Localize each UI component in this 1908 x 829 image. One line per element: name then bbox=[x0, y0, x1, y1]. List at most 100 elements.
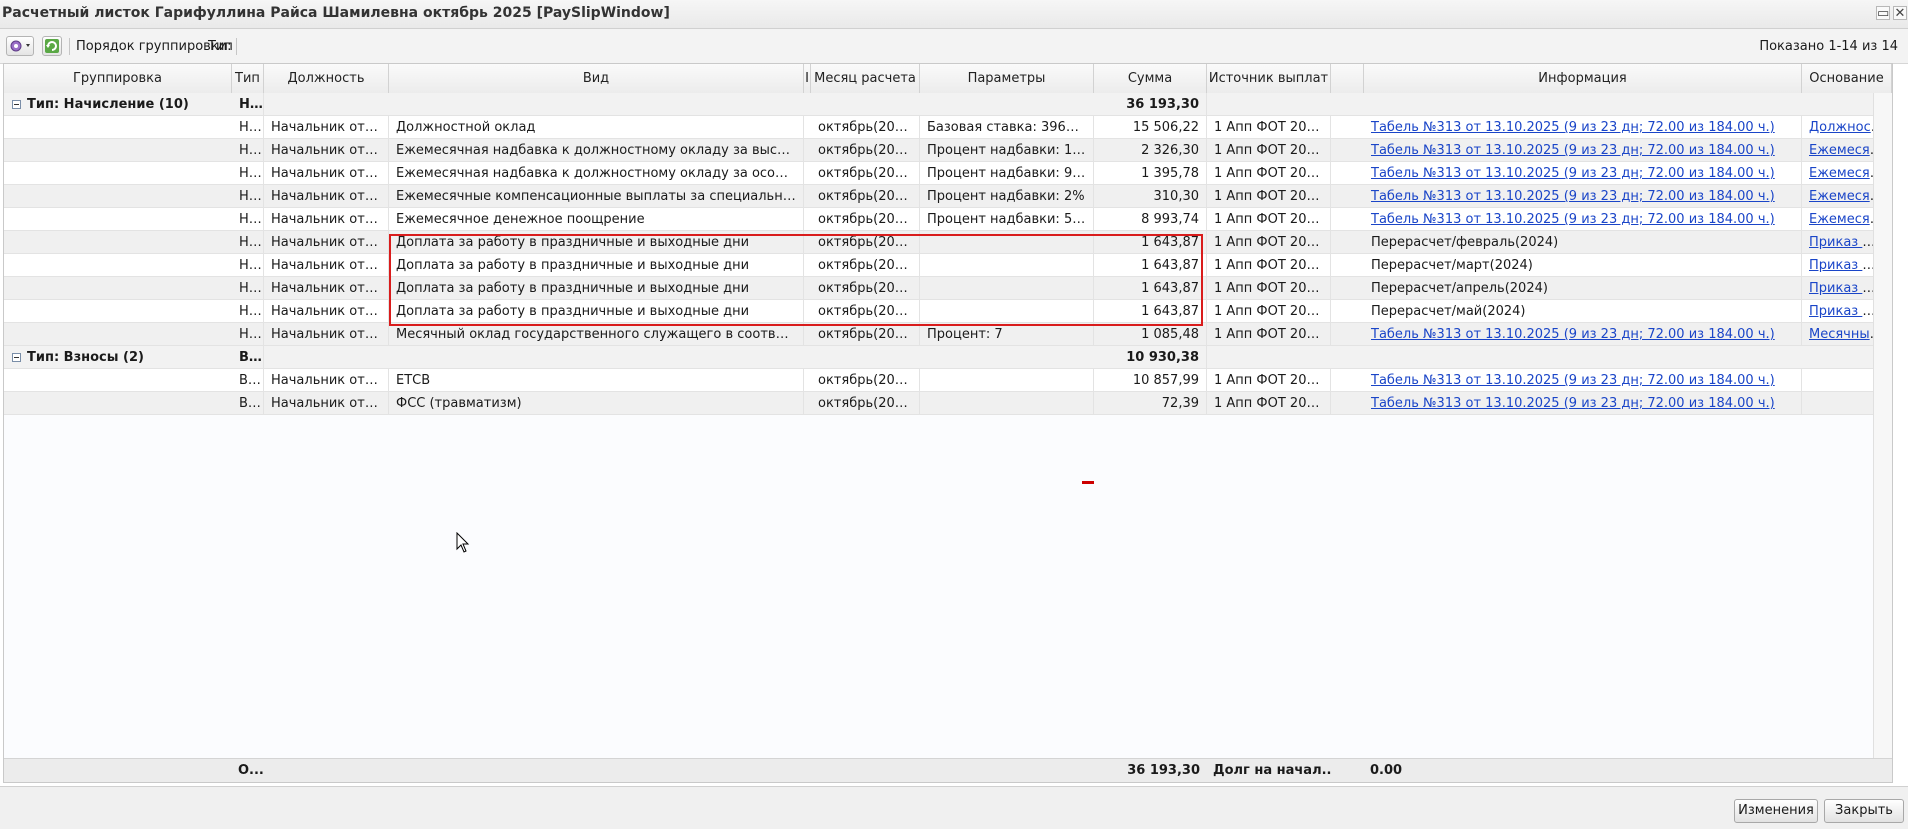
cell-type: Доплата за работу в праздничные и выходн… bbox=[389, 231, 804, 254]
group-label-text: Тип: Начисление (10) bbox=[27, 97, 189, 112]
cell-position: Начальник отдел... bbox=[264, 231, 389, 254]
add-gear-icon bbox=[10, 40, 30, 52]
cell-info[interactable]: Табель №313 от 13.10.2025 (9 из 23 дн; 7… bbox=[1364, 323, 1802, 346]
vertical-scrollbar[interactable] bbox=[1873, 93, 1892, 782]
table-row[interactable]: Н...Начальник отдел...Ежемесячные компен… bbox=[4, 185, 1892, 208]
cell-month: октябрь(2025) bbox=[811, 323, 920, 346]
header-col-info[interactable]: Информация bbox=[1364, 64, 1802, 93]
header-col-basis[interactable]: Основание bbox=[1802, 64, 1892, 93]
cell-sum: 72,39 bbox=[1094, 392, 1207, 415]
cell-params bbox=[920, 277, 1094, 300]
table-row[interactable]: В...Начальник отдел...ЕТСВ октябрь(2025) 1… bbox=[4, 369, 1892, 392]
table-row[interactable]: Н...Начальник отдел...Ежемесячная надбав… bbox=[4, 139, 1892, 162]
table-row[interactable]: Н...Начальник отдел...Ежемесячная надбав… bbox=[4, 162, 1892, 185]
cell-info-link[interactable]: Табель №313 от 13.10.2025 (9 из 23 дн; 7… bbox=[1371, 189, 1775, 204]
cell-sum: 1 643,87 bbox=[1094, 231, 1207, 254]
changes-button[interactable]: Изменения bbox=[1734, 799, 1818, 823]
cell-type: Должностной оклад bbox=[389, 116, 804, 139]
header-col-position[interactable]: Должность bbox=[264, 64, 389, 93]
header-col-blank[interactable] bbox=[1331, 64, 1364, 93]
cell-info[interactable]: Табель №313 от 13.10.2025 (9 из 23 дн; 7… bbox=[1364, 369, 1802, 392]
cell-type: Ежемесячная надбавка к должностному окла… bbox=[389, 162, 804, 185]
cell-type: Доплата за работу в праздничные и выходн… bbox=[389, 300, 804, 323]
cell-month: октябрь(2025) bbox=[811, 139, 920, 162]
header-col-i[interactable]: I bbox=[804, 64, 811, 93]
cell-month: октябрь(2025) bbox=[811, 162, 920, 185]
cell-info[interactable]: Табель №313 от 13.10.2025 (9 из 23 дн; 7… bbox=[1364, 185, 1802, 208]
cell-info-link[interactable]: Табель №313 от 13.10.2025 (9 из 23 дн; 7… bbox=[1371, 143, 1775, 158]
cell-info-link[interactable]: Табель №313 от 13.10.2025 (9 из 23 дн; 7… bbox=[1371, 166, 1775, 181]
group-label: Тип: Взносы (2) bbox=[12, 346, 144, 369]
refresh-icon bbox=[45, 39, 59, 53]
cell-info[interactable]: Табель №313 от 13.10.2025 (9 из 23 дн; 7… bbox=[1364, 139, 1802, 162]
cell-info[interactable]: Табель №313 от 13.10.2025 (9 из 23 дн; 7… bbox=[1364, 162, 1802, 185]
group-row[interactable]: Тип: Начисление (10) Н... 36 193,30 bbox=[4, 93, 1892, 116]
table-row[interactable]: Н...Начальник отдел...Ежемесячное денежн… bbox=[4, 208, 1892, 231]
header-col-month[interactable]: Месяц расчета bbox=[811, 64, 920, 93]
cell-info: Перерасчет/апрель(2024) bbox=[1364, 277, 1802, 300]
cell-sum: 1 395,78 bbox=[1094, 162, 1207, 185]
cell-position: Начальник отдел... bbox=[264, 208, 389, 231]
cell-source: 1 Апп ФОТ 2016 ... bbox=[1207, 300, 1331, 323]
group-total: 36 193,30 bbox=[1094, 93, 1207, 116]
cell-info[interactable]: Табель №313 от 13.10.2025 (9 из 23 дн; 7… bbox=[1364, 116, 1802, 139]
table-row[interactable]: В...Начальник отдел...ФСС (травматизм) ок… bbox=[4, 392, 1892, 415]
cell-position: Начальник отдел... bbox=[264, 323, 389, 346]
cell-info-link[interactable]: Табель №313 от 13.10.2025 (9 из 23 дн; 7… bbox=[1371, 120, 1775, 135]
cell-params: Процент надбавки: 2% bbox=[920, 185, 1094, 208]
group-total: 10 930,38 bbox=[1094, 346, 1207, 369]
toolbar-separator bbox=[236, 38, 237, 55]
cell-source: 1 Апп ФОТ 2016 ... bbox=[1207, 369, 1331, 392]
cell-source: 1 Апп ФОТ 2016 ... bbox=[1207, 139, 1331, 162]
cell-info-link[interactable]: Табель №313 от 13.10.2025 (9 из 23 дн; 7… bbox=[1371, 396, 1775, 411]
close-button[interactable]: Закрыть bbox=[1824, 799, 1904, 823]
group-tip: В... bbox=[232, 346, 264, 369]
cell-type: ФСС (травматизм) bbox=[389, 392, 804, 415]
window-button-bar: Изменения Закрыть bbox=[0, 786, 1908, 829]
close-icon[interactable]: ✕ bbox=[1893, 6, 1907, 21]
collapse-icon[interactable] bbox=[12, 353, 21, 362]
cell-info[interactable]: Табель №313 от 13.10.2025 (9 из 23 дн; 7… bbox=[1364, 208, 1802, 231]
table-row[interactable]: Н...Начальник отдел...Должностной оклад о… bbox=[4, 116, 1892, 139]
cell-info[interactable]: Табель №313 от 13.10.2025 (9 из 23 дн; 7… bbox=[1364, 392, 1802, 415]
cell-position: Начальник отдел... bbox=[264, 185, 389, 208]
collapse-icon[interactable] bbox=[12, 100, 21, 109]
grouping-order-value[interactable]: Тип bbox=[208, 39, 233, 54]
cell-params bbox=[920, 231, 1094, 254]
group-row[interactable]: Тип: Взносы (2) В... 10 930,38 bbox=[4, 346, 1892, 369]
cell-position: Начальник отдел... bbox=[264, 277, 389, 300]
cell-sum: 1 643,87 bbox=[1094, 277, 1207, 300]
cell-type: Ежемесячное денежное поощрение bbox=[389, 208, 804, 231]
table-row[interactable]: Н...Начальник отдел...Месячный оклад гос… bbox=[4, 323, 1892, 346]
table-row[interactable]: Н...Начальник отдел...Доплата за работу … bbox=[4, 277, 1892, 300]
cell-type: Доплата за работу в праздничные и выходн… bbox=[389, 254, 804, 277]
paging-info: Показано 1-14 из 14 bbox=[1759, 39, 1898, 54]
red-mark bbox=[1082, 481, 1094, 484]
header-col-params[interactable]: Параметры bbox=[920, 64, 1094, 93]
cell-tip: Н... bbox=[232, 323, 264, 346]
header-col-type[interactable]: Вид bbox=[389, 64, 804, 93]
cell-info-link[interactable]: Табель №313 от 13.10.2025 (9 из 23 дн; 7… bbox=[1371, 212, 1775, 227]
table-row[interactable]: Н...Начальник отдел...Доплата за работу … bbox=[4, 231, 1892, 254]
refresh-button[interactable] bbox=[42, 36, 62, 56]
cell-tip: Н... bbox=[232, 277, 264, 300]
header-col-sum[interactable]: Сумма bbox=[1094, 64, 1207, 93]
cell-info-link[interactable]: Табель №313 от 13.10.2025 (9 из 23 дн; 7… bbox=[1371, 327, 1775, 342]
cell-params bbox=[920, 300, 1094, 323]
cell-info-link[interactable]: Табель №313 от 13.10.2025 (9 из 23 дн; 7… bbox=[1371, 373, 1775, 388]
footer-tip: О... bbox=[238, 763, 264, 778]
header-col-tip[interactable]: Тип bbox=[232, 64, 264, 93]
cell-month: октябрь(2025) bbox=[811, 231, 920, 254]
cell-source: 1 Апп ФОТ 2016 ... bbox=[1207, 185, 1331, 208]
cell-params bbox=[920, 392, 1094, 415]
header-col-grouping[interactable]: Группировка bbox=[4, 64, 232, 93]
mouse-cursor-icon bbox=[456, 532, 470, 553]
restore-icon[interactable]: ▭ bbox=[1876, 6, 1890, 21]
table-row[interactable]: Н...Начальник отдел...Доплата за работу … bbox=[4, 300, 1892, 323]
add-menu-button[interactable] bbox=[6, 36, 34, 56]
table-row[interactable]: Н...Начальник отдел...Доплата за работу … bbox=[4, 254, 1892, 277]
cell-type: Месячный оклад государственного служащег… bbox=[389, 323, 804, 346]
cell-info: Перерасчет/март(2024) bbox=[1364, 254, 1802, 277]
footer-total-sum: 36 193,30 bbox=[1127, 763, 1200, 778]
header-col-source[interactable]: Источник выплат bbox=[1207, 64, 1331, 93]
